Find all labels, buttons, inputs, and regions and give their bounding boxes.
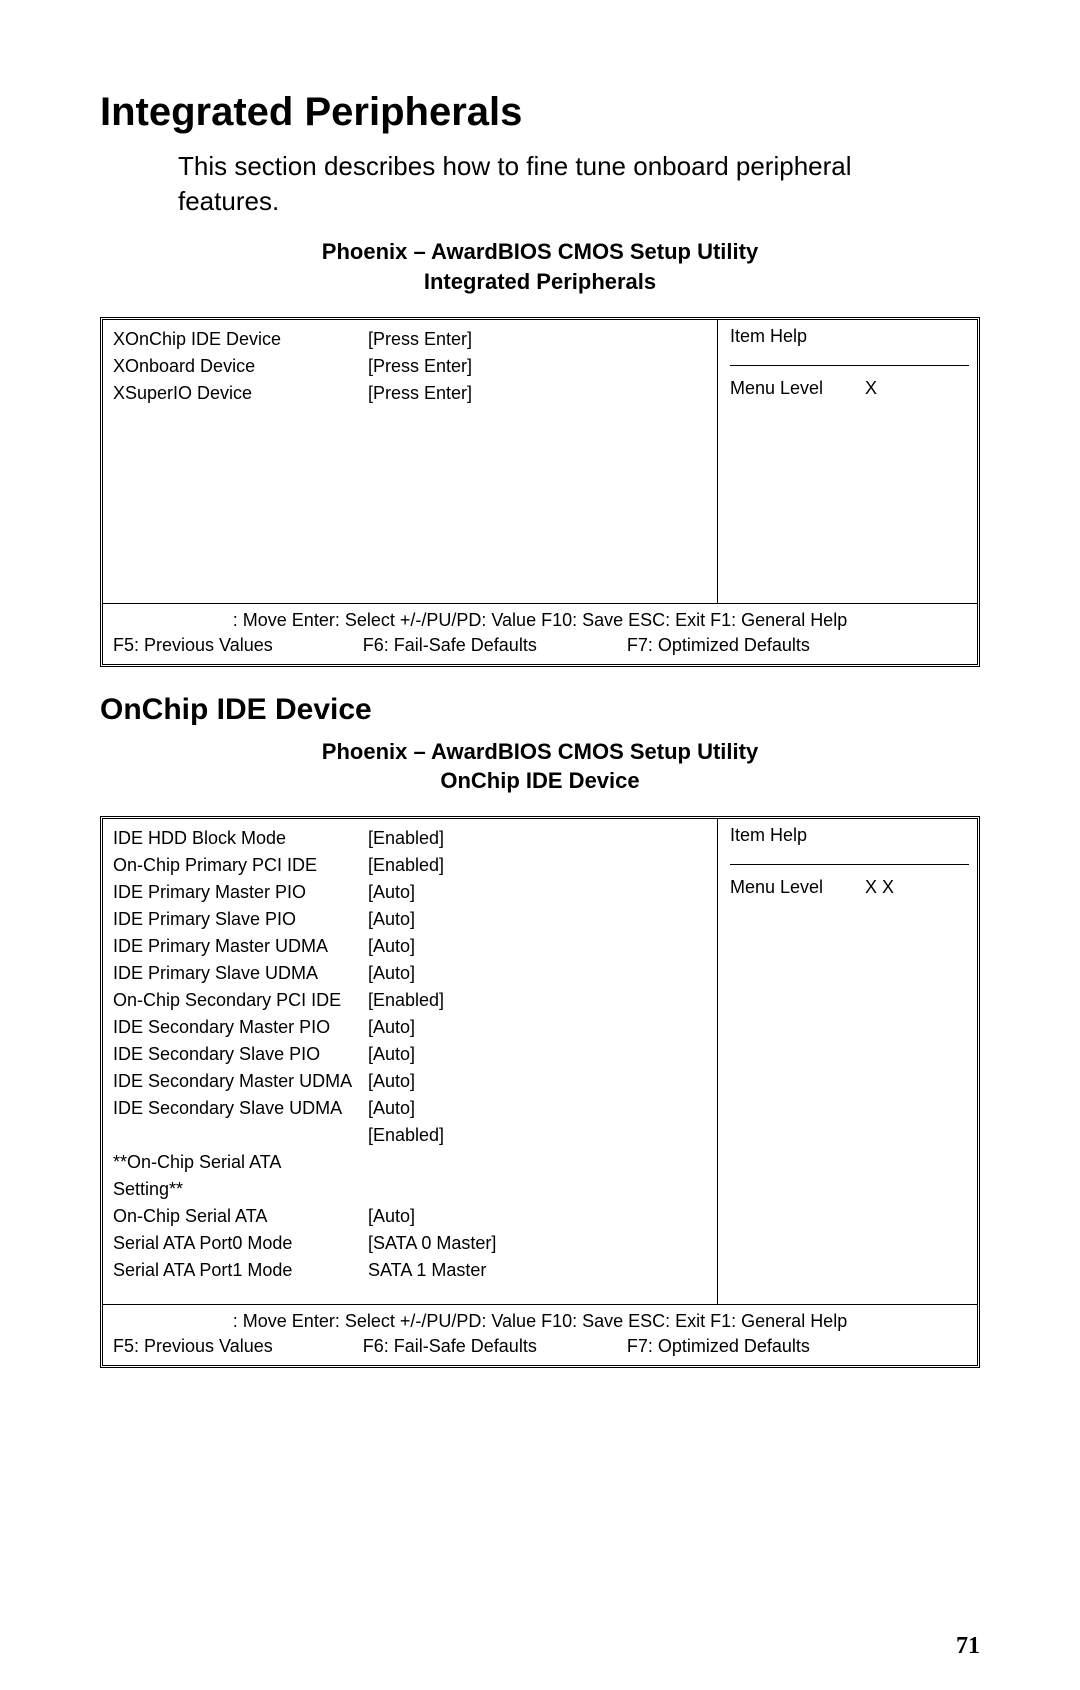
table-row[interactable]: IDE Secondary Master PIO [Auto] (113, 1014, 709, 1041)
menu-item-label: IDE Primary Slave PIO (113, 906, 368, 933)
help-divider (730, 864, 969, 865)
menu-item-value: [Auto] (368, 879, 709, 906)
panel1-title-line2: Integrated Peripherals (424, 269, 656, 294)
footer-nav-hints: : Move Enter: Select +/-/PU/PD: Value F1… (113, 610, 967, 631)
bios-panel-2: IDE HDD Block Mode [Enabled] On-Chip Pri… (100, 816, 980, 1368)
subheading: OnChip IDE Device (100, 693, 980, 727)
table-row[interactable]: XOnboard Device [Press Enter] (113, 353, 709, 380)
menu-item-label: IDE Secondary Master PIO (113, 1014, 368, 1041)
menu-item-value: [Auto] (368, 1014, 709, 1041)
table-row[interactable]: IDE Secondary Master UDMA [Auto] (113, 1068, 709, 1095)
table-row[interactable]: IDE Primary Slave UDMA [Auto] (113, 960, 709, 987)
table-row[interactable]: [Enabled] (113, 1122, 709, 1149)
panel1-title: Phoenix – AwardBIOS CMOS Setup Utility I… (100, 237, 980, 296)
table-row[interactable]: XSuperIO Device [Press Enter] (113, 380, 709, 407)
table-row[interactable]: On-Chip Secondary PCI IDE [Enabled] (113, 987, 709, 1014)
panel2-help-area: Item Help Menu Level X X (717, 819, 977, 1304)
help-divider (730, 365, 969, 366)
footer-key-f6: F6: Fail-Safe Defaults (363, 635, 537, 656)
menu-item-value: [Enabled] (368, 825, 709, 852)
table-row[interactable]: IDE Primary Slave PIO [Auto] (113, 906, 709, 933)
menu-item-value: [Auto] (368, 1095, 709, 1122)
menu-item-label: IDE Secondary Slave UDMA (113, 1095, 368, 1122)
menu-item-label: IDE Primary Slave UDMA (113, 960, 368, 987)
page: Integrated Peripherals This section desc… (0, 0, 1080, 1690)
menu-item-label: XOnboard Device (113, 353, 368, 380)
table-row[interactable]: On-Chip Serial ATA [Auto] (113, 1203, 709, 1230)
menu-item-value: [Press Enter] (368, 326, 709, 353)
table-row[interactable]: IDE Primary Master PIO [Auto] (113, 879, 709, 906)
menu-item-value: [SATA 0 Master] (368, 1230, 709, 1257)
table-row[interactable]: IDE Primary Master UDMA [Auto] (113, 933, 709, 960)
footer-key-f5: F5: Previous Values (113, 635, 273, 656)
panel1-help-area: Item Help Menu Level X (717, 320, 977, 603)
menu-level: Menu Level X X (730, 877, 969, 898)
table-row[interactable]: XOnChip IDE Device [Press Enter] (113, 326, 709, 353)
panel1-title-line1: Phoenix – AwardBIOS CMOS Setup Utility (322, 239, 758, 264)
panel1-menu-area: XOnChip IDE Device [Press Enter] XOnboar… (103, 320, 717, 603)
page-number: 71 (956, 1633, 980, 1660)
menu-level-value: X (865, 378, 877, 398)
panel1-footer: : Move Enter: Select +/-/PU/PD: Value F1… (103, 603, 977, 664)
menu-item-label: IDE Secondary Master UDMA (113, 1068, 368, 1095)
menu-item-label: XSuperIO Device (113, 380, 368, 407)
table-row[interactable]: Serial ATA Port1 Mode SATA 1 Master (113, 1257, 709, 1284)
panel2-title: Phoenix – AwardBIOS CMOS Setup Utility O… (100, 737, 980, 796)
menu-item-value: [Auto] (368, 960, 709, 987)
panel2-title-line1: Phoenix – AwardBIOS CMOS Setup Utility (322, 739, 758, 764)
footer-key-f7: F7: Optimized Defaults (627, 1336, 810, 1357)
panel2-title-line2: OnChip IDE Device (440, 768, 639, 793)
menu-item-label: IDE HDD Block Mode (113, 825, 368, 852)
section-label-line1: **On-Chip Serial ATA (113, 1149, 709, 1176)
menu-item-value: [Enabled] (368, 1122, 709, 1149)
menu-level-label: Menu Level (730, 877, 860, 898)
footer-nav-hints: : Move Enter: Select +/-/PU/PD: Value F1… (113, 1311, 967, 1332)
menu-item-label: On-Chip Primary PCI IDE (113, 852, 368, 879)
menu-item-label: IDE Secondary Slave PIO (113, 1041, 368, 1068)
panel2-footer: : Move Enter: Select +/-/PU/PD: Value F1… (103, 1304, 977, 1365)
menu-item-label: Serial ATA Port0 Mode (113, 1230, 368, 1257)
menu-item-value: [Enabled] (368, 987, 709, 1014)
menu-item-value: [Press Enter] (368, 353, 709, 380)
footer-key-f5: F5: Previous Values (113, 1336, 273, 1357)
menu-item-value: [Enabled] (368, 852, 709, 879)
menu-level-label: Menu Level (730, 378, 860, 399)
table-row[interactable]: On-Chip Primary PCI IDE [Enabled] (113, 852, 709, 879)
menu-item-label: XOnChip IDE Device (113, 326, 368, 353)
item-help-label: Item Help (730, 326, 969, 347)
menu-item-label (113, 1122, 368, 1149)
footer-key-f6: F6: Fail-Safe Defaults (363, 1336, 537, 1357)
menu-item-label: On-Chip Secondary PCI IDE (113, 987, 368, 1014)
menu-item-value: SATA 1 Master (368, 1257, 709, 1284)
menu-item-value: [Auto] (368, 933, 709, 960)
menu-item-value: [Auto] (368, 1041, 709, 1068)
bios-panel-1: XOnChip IDE Device [Press Enter] XOnboar… (100, 317, 980, 667)
table-row[interactable]: Serial ATA Port0 Mode [SATA 0 Master] (113, 1230, 709, 1257)
section-label-line2: Setting** (113, 1176, 709, 1203)
item-help-label: Item Help (730, 825, 969, 846)
menu-level-value: X X (865, 877, 894, 897)
intro-text: This section describes how to fine tune … (178, 149, 918, 219)
menu-item-value: [Press Enter] (368, 380, 709, 407)
page-title: Integrated Peripherals (100, 90, 980, 135)
menu-level: Menu Level X (730, 378, 969, 399)
menu-item-label: On-Chip Serial ATA (113, 1203, 368, 1230)
footer-key-f7: F7: Optimized Defaults (627, 635, 810, 656)
menu-item-value: [Auto] (368, 906, 709, 933)
table-row[interactable]: IDE HDD Block Mode [Enabled] (113, 825, 709, 852)
menu-item-label: IDE Primary Master UDMA (113, 933, 368, 960)
menu-item-label: Serial ATA Port1 Mode (113, 1257, 368, 1284)
table-row[interactable]: IDE Secondary Slave UDMA [Auto] (113, 1095, 709, 1122)
menu-item-value: [Auto] (368, 1203, 709, 1230)
panel2-menu-area: IDE HDD Block Mode [Enabled] On-Chip Pri… (103, 819, 717, 1304)
menu-item-label: IDE Primary Master PIO (113, 879, 368, 906)
menu-item-value: [Auto] (368, 1068, 709, 1095)
table-row[interactable]: IDE Secondary Slave PIO [Auto] (113, 1041, 709, 1068)
